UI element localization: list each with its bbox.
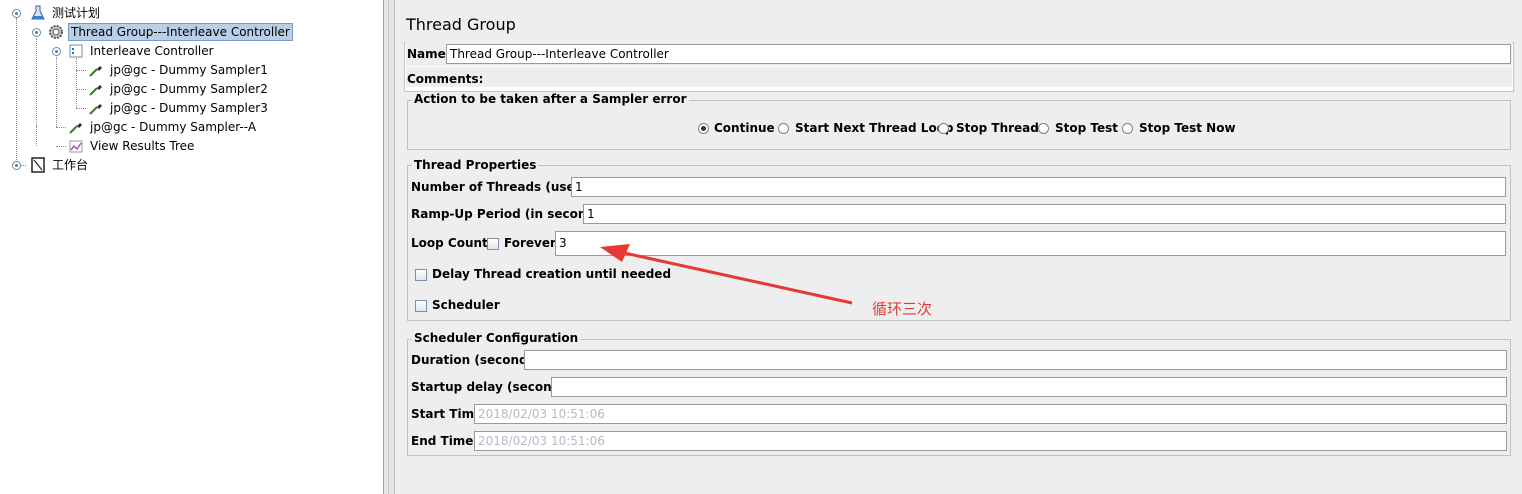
annotation-arrow-line — [619, 250, 853, 305]
annotation-arrow — [600, 244, 853, 305]
annotation-text: 循环三次 — [872, 300, 933, 318]
annotation-arrow-head — [600, 244, 630, 262]
